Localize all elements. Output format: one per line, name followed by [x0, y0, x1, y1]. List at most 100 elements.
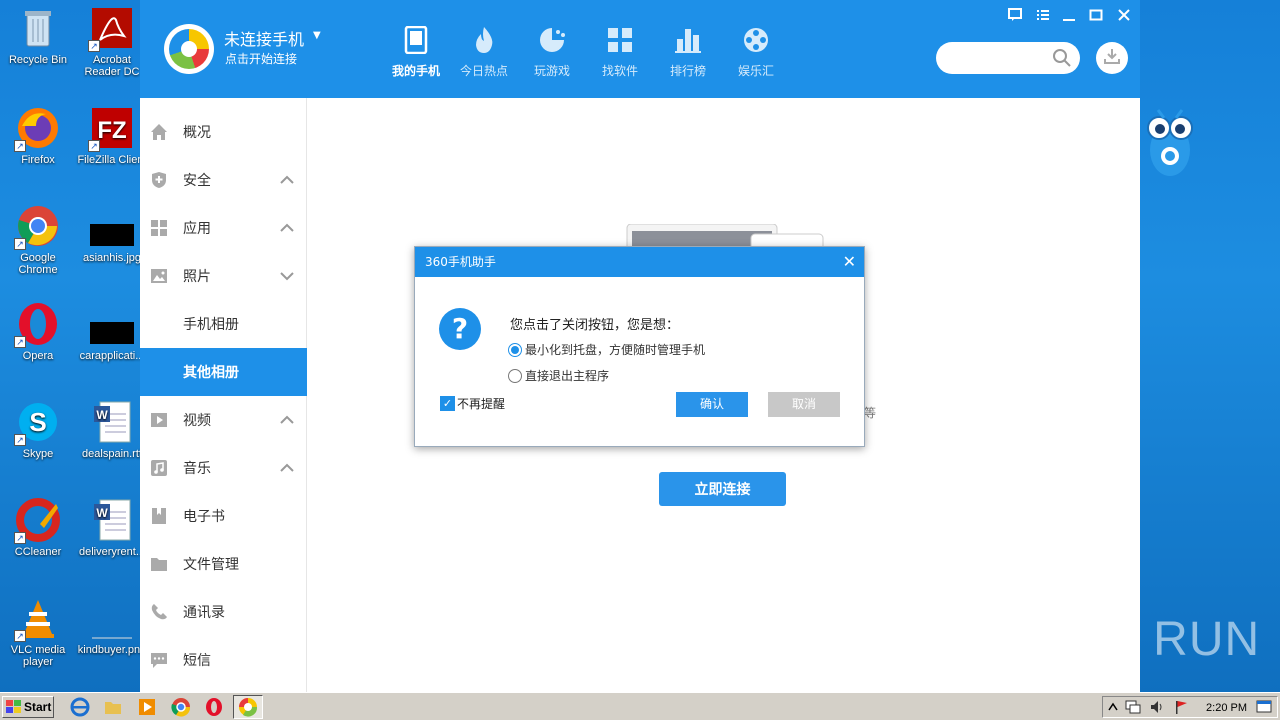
option-minimize-to-tray[interactable]: 最小化到托盘，方便随时管理手机 [508, 341, 705, 358]
taskbar-app-360-helper[interactable] [233, 695, 263, 719]
search-input[interactable] [936, 42, 1080, 74]
shortcut-arrow-icon: ↗ [14, 532, 26, 544]
photo-icon [151, 269, 167, 283]
connect-now-button[interactable]: 立即连接 [659, 472, 786, 506]
radio-unselected[interactable] [508, 368, 522, 383]
radio-selected[interactable] [508, 342, 522, 357]
opera-icon[interactable] [204, 697, 224, 717]
desktop-icon-deliveryrent[interactable]: W deliveryrent... [74, 498, 150, 558]
sidebar-item-label: 通讯录 [183, 605, 225, 621]
desktop-icon-asianhis[interactable]: asianhis.jpg [74, 204, 150, 264]
start-button[interactable]: Start [2, 696, 54, 718]
sidebar-item-apps[interactable]: 应用 [140, 204, 307, 252]
chevron-up-icon[interactable] [279, 220, 295, 236]
tab-entertainment[interactable]: 娱乐汇 [726, 26, 786, 79]
tab-my-phone[interactable]: 我的手机 [386, 26, 446, 79]
checkmark-icon[interactable]: ✓ [440, 396, 455, 411]
sidebar-item-overview[interactable]: 概况 [140, 108, 307, 156]
chevron-down-icon[interactable] [279, 268, 295, 284]
sidebar-item-label: 应用 [183, 221, 211, 237]
option-exit-program[interactable]: 直接退出主程序 [508, 367, 609, 384]
tab-label: 娱乐汇 [737, 64, 774, 78]
sidebar-item-other-albums[interactable]: 其他相册 [140, 348, 307, 396]
close-icon[interactable]: ✕ [843, 247, 856, 277]
sidebar-item-video[interactable]: 视频 [140, 396, 307, 444]
show-desktop-icon[interactable] [1256, 700, 1272, 714]
maximize-icon[interactable] [1087, 8, 1105, 27]
chevron-up-icon[interactable] [279, 172, 295, 188]
feedback-icon[interactable] [1006, 8, 1024, 27]
sidebar-item-file-manager[interactable]: 文件管理 [140, 540, 307, 588]
confirm-button[interactable]: 确认 [676, 392, 748, 417]
tab-find-software[interactable]: 找软件 [590, 26, 650, 79]
sidebar-item-music[interactable]: 音乐 [140, 444, 307, 492]
folder-icon [151, 558, 167, 571]
video-icon [151, 413, 167, 427]
sidebar-item-label: 手机相册 [183, 317, 239, 333]
ie-icon[interactable] [70, 697, 90, 717]
desktop-icon-firefox[interactable]: ↗ Firefox [0, 106, 76, 166]
sidebar-item-contacts[interactable]: 通讯录 [140, 588, 307, 636]
sidebar-item-sms[interactable]: 短信 [140, 636, 307, 684]
chevron-up-icon[interactable] [1108, 701, 1118, 713]
close-icon[interactable] [1115, 8, 1133, 27]
desktop-icon-skype[interactable]: S ↗ Skype [0, 400, 76, 460]
download-button[interactable] [1096, 42, 1128, 74]
desktop-icon-ccleaner[interactable]: ↗ CCleaner [0, 498, 76, 558]
sidebar-item-phone-album[interactable]: 手机相册 [140, 300, 307, 348]
sidebar-item-security[interactable]: 安全 [140, 156, 307, 204]
desktop-icon-filezilla[interactable]: FZ ↗ FileZilla Client [74, 106, 150, 166]
network-icon[interactable] [1125, 699, 1141, 715]
shortcut-arrow-icon: ↗ [14, 630, 26, 642]
desktop-icon-chrome[interactable]: ↗ Google Chrome [0, 204, 76, 276]
chevron-down-icon[interactable]: ▼ [313, 30, 321, 41]
connection-subtitle[interactable]: 点击开始连接 [225, 50, 297, 67]
floating-mascot-icon[interactable] [1144, 104, 1196, 184]
apps-icon [151, 220, 167, 236]
filezilla-icon: FZ ↗ [88, 106, 134, 152]
flag-alert-icon[interactable] [1173, 699, 1189, 715]
dont-remind-checkbox[interactable]: ✓ 不再提醒 [440, 395, 505, 412]
tab-today-hot[interactable]: 今日热点 [454, 26, 514, 79]
menu-icon[interactable] [1034, 8, 1052, 27]
sidebar-item-photos[interactable]: 照片 [140, 252, 307, 300]
search-icon[interactable] [1052, 48, 1072, 72]
image-file-icon [90, 596, 134, 640]
acrobat-icon: ↗ [88, 6, 134, 52]
explorer-folder-icon[interactable] [103, 697, 123, 717]
dialog-titlebar: 360手机助手 ✕ [415, 247, 864, 277]
desktop-icon-opera[interactable]: ↗ Opera [0, 302, 76, 362]
sidebar-item-label: 电子书 [183, 509, 225, 525]
sidebar-item-ebooks[interactable]: 电子书 [140, 492, 307, 540]
svg-text:S: S [29, 407, 46, 437]
tab-ranking[interactable]: 排行榜 [658, 26, 718, 79]
desktop-icon-vlc[interactable]: ↗ VLC media player [0, 596, 76, 668]
desktop-icon-label: VLC media player [10, 644, 66, 668]
desktop-icon-acrobat[interactable]: ↗ Acrobat Reader DC [74, 6, 150, 78]
desktop-icon-label: dealspain.rtf [82, 448, 142, 460]
vlc-cone-icon: ↗ [14, 596, 60, 642]
desktop-icon-carapplicati[interactable]: carapplicati... [74, 302, 150, 362]
tab-label: 排行榜 [669, 64, 706, 78]
media-player-icon[interactable] [137, 697, 157, 717]
tab-label: 我的手机 [391, 64, 440, 78]
tab-label: 玩游戏 [533, 64, 570, 78]
desktop-icon-label: deliveryrent... [78, 546, 146, 558]
connection-title[interactable]: 未连接手机 [224, 26, 304, 50]
desktop-icon-recycle-bin[interactable]: Recycle Bin [0, 6, 76, 66]
cancel-button[interactable]: 取消 [768, 392, 840, 417]
chrome-icon[interactable] [171, 697, 191, 717]
volume-icon[interactable] [1149, 699, 1165, 715]
clock[interactable]: 2:20 PM [1206, 702, 1247, 714]
chevron-up-icon[interactable] [279, 460, 295, 476]
chevron-up-icon[interactable] [279, 412, 295, 428]
desktop-icon-dealspain[interactable]: W dealspain.rtf [74, 400, 150, 460]
minimize-icon[interactable] [1060, 8, 1078, 27]
app-logo[interactable] [164, 24, 214, 74]
download-icon [1103, 47, 1121, 69]
sidebar-item-label: 概况 [183, 125, 211, 141]
logo-ring-icon [169, 29, 209, 69]
tab-games[interactable]: 玩游戏 [522, 26, 582, 79]
desktop-icon-kindbuyer[interactable]: kindbuyer.png [74, 596, 150, 656]
checkbox-label: 不再提醒 [457, 397, 506, 411]
